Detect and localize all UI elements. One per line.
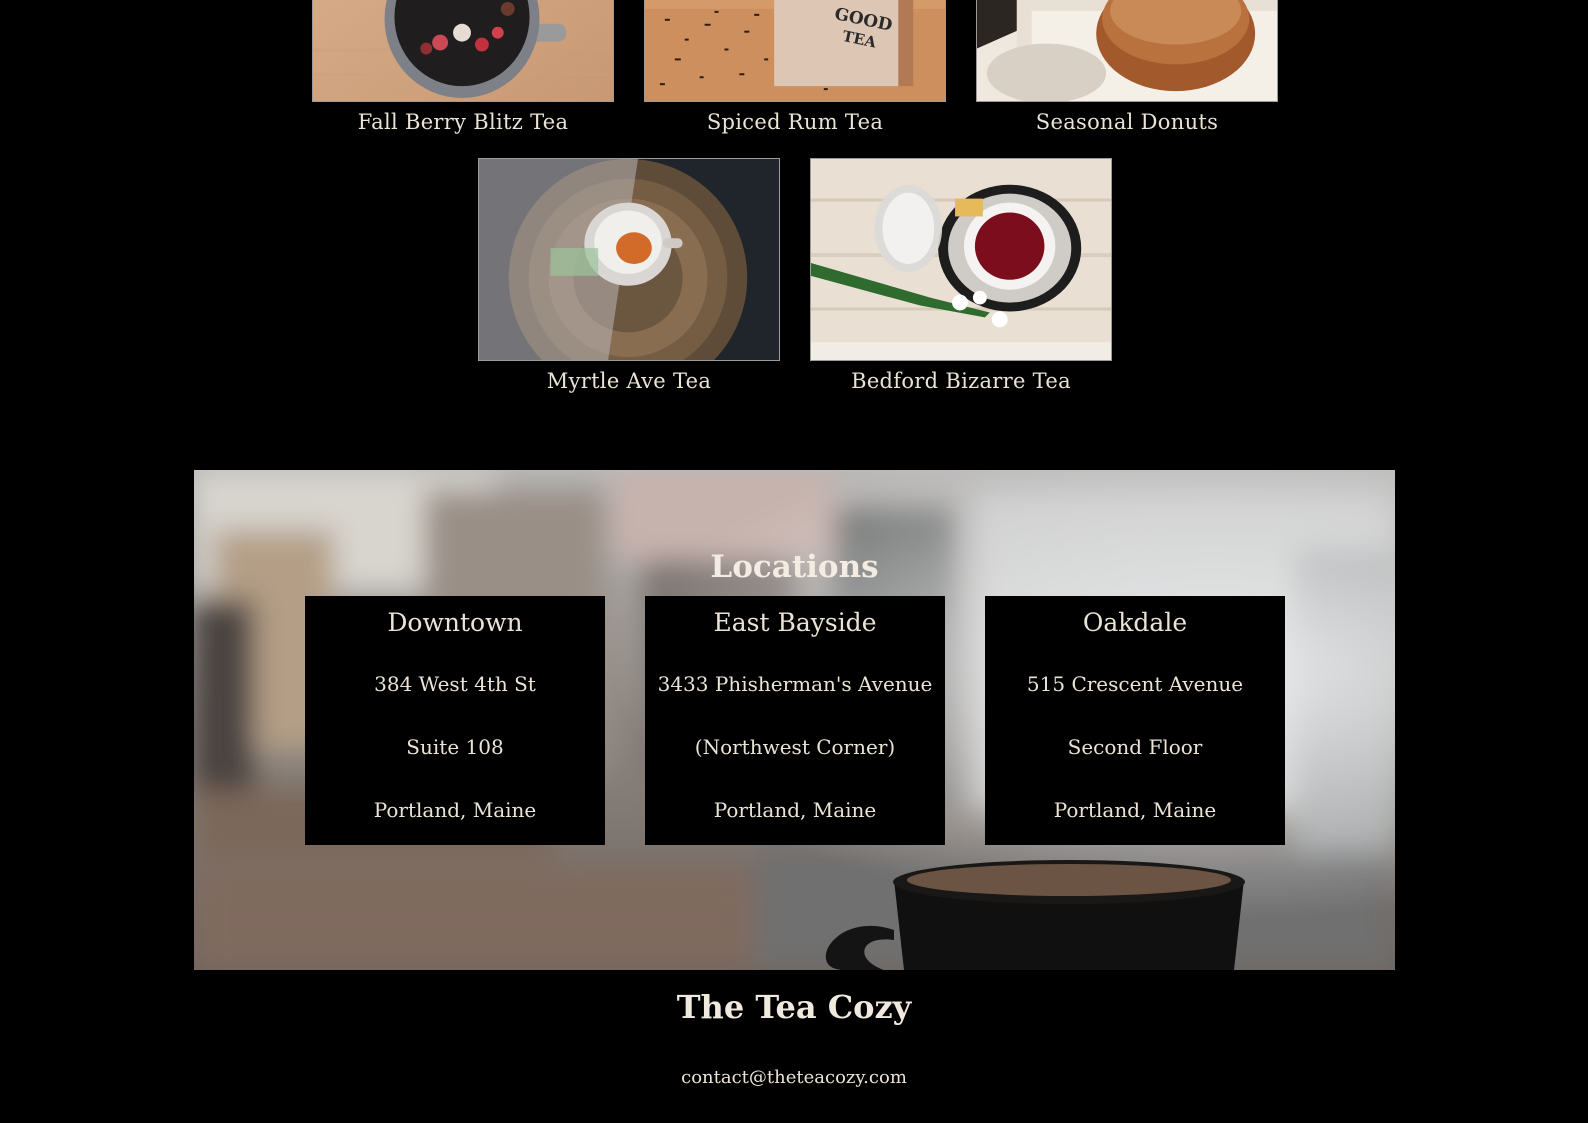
location-name: Downtown <box>387 608 523 637</box>
locations-section: Locations Downtown 384 West 4th St Suite… <box>194 470 1395 970</box>
location-card-east-bayside: East Bayside 3433 Phisherman's Avenue (N… <box>645 596 945 845</box>
menu-item-caption: Bedford Bizarre Tea <box>851 369 1071 393</box>
menu-item-caption: Myrtle Ave Tea <box>546 369 712 393</box>
location-address-line: 515 Crescent Avenue <box>1026 672 1244 696</box>
locations-title: Locations <box>710 549 879 585</box>
location-city: Portland, Maine <box>713 798 877 822</box>
location-address-line: Second Floor <box>1067 735 1203 759</box>
menu-image-fall-berry-blitz-tea <box>312 0 614 102</box>
location-address-line: (Northwest Corner) <box>694 735 896 759</box>
footer-brand-name: The Tea Cozy <box>676 988 912 1026</box>
menu-image-bedford-bizarre-tea <box>810 158 1112 361</box>
location-city: Portland, Maine <box>1053 798 1217 822</box>
menu-image-myrtle-ave-tea <box>478 158 780 361</box>
menu-item-caption: Seasonal Donuts <box>1035 110 1219 134</box>
menu-item-caption: Spiced Rum Tea <box>706 110 884 134</box>
location-address-line: 3433 Phisherman's Avenue <box>657 672 933 696</box>
location-name: East Bayside <box>713 608 877 637</box>
contact-email-link[interactable]: contact@theteacozy.com <box>0 1067 1588 1088</box>
location-address-line: 384 West 4th St <box>374 672 536 696</box>
location-address-line: Suite 108 <box>406 735 504 759</box>
location-card-oakdale: Oakdale 515 Crescent Avenue Second Floor… <box>985 596 1285 845</box>
location-name: Oakdale <box>1082 608 1188 637</box>
menu-image-seasonal-donuts <box>976 0 1278 102</box>
menu-image-spiced-rum-tea: GOOD TEA <box>644 0 946 102</box>
location-city: Portland, Maine <box>373 798 537 822</box>
menu-item-caption: Fall Berry Blitz Tea <box>357 110 569 134</box>
page: Fall Berry Blitz Tea GOOD TEA Spiced Rum… <box>0 0 1588 1123</box>
location-card-downtown: Downtown 384 West 4th St Suite 108 Portl… <box>305 596 605 845</box>
